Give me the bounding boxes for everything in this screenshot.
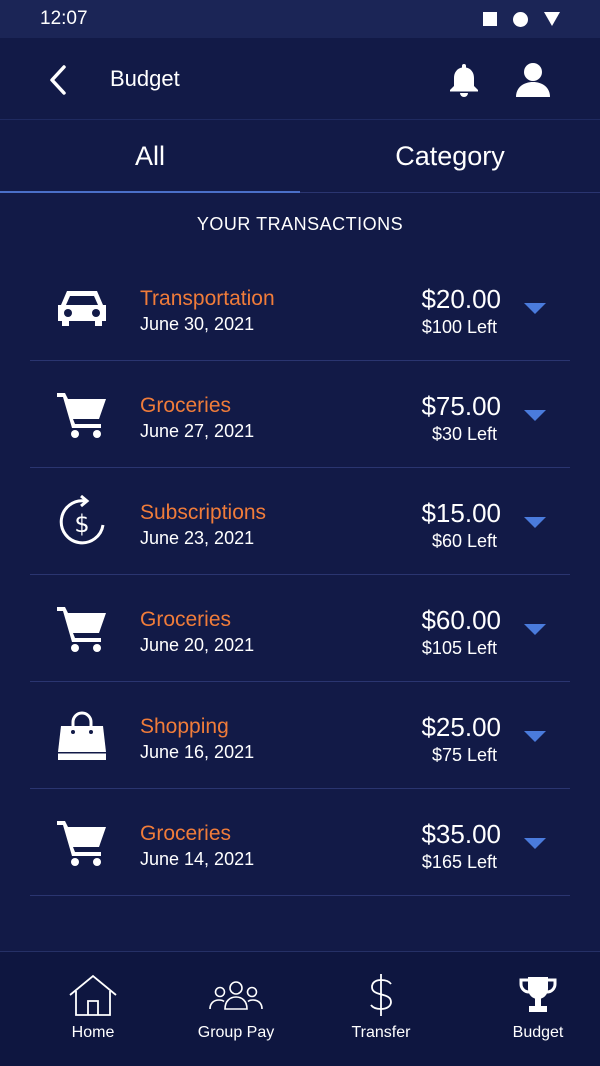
transaction-category: Groceries: [140, 608, 232, 631]
home-icon: [69, 974, 117, 1016]
remaining-budget: $165 Left: [421, 852, 497, 872]
remaining-budget: $105 Left: [421, 638, 497, 658]
svg-text:$: $: [74, 510, 89, 538]
nav-transfer-label: Transfer: [351, 1024, 411, 1041]
tab-category[interactable]: Category: [300, 120, 600, 192]
tab-all-label: All: [134, 140, 165, 171]
shopping-bag-icon: [58, 711, 106, 760]
group-icon: [209, 981, 263, 1010]
bell-icon: [450, 64, 478, 97]
expand-button[interactable]: [522, 298, 548, 318]
back-button[interactable]: [40, 60, 76, 100]
expand-button[interactable]: [522, 726, 548, 746]
transaction-row[interactable]: Groceries June 20, 2021 $60.00 $105 Left: [30, 575, 570, 682]
expand-button[interactable]: [522, 619, 548, 639]
section-heading: YOUR TRANSACTIONS: [196, 214, 404, 234]
transaction-category: Groceries: [140, 822, 232, 845]
transaction-amount: $25.00: [421, 712, 501, 742]
nav-budget[interactable]: Budget: [476, 952, 600, 1066]
transaction-row[interactable]: Groceries June 27, 2021 $75.00 $30 Left: [30, 361, 570, 468]
dollar-cycle-icon: $: [59, 495, 105, 545]
user-icon: [516, 63, 550, 97]
status-time: 12:07: [40, 8, 88, 29]
transaction-amount: $60.00: [421, 605, 501, 635]
transaction-date: June 27, 2021: [140, 421, 255, 441]
transaction-list: Transportation June 30, 2021 $20.00 $100…: [30, 254, 570, 896]
transaction-date: June 20, 2021: [140, 635, 255, 655]
bottom-nav: Home Group Pay Transfer Budget: [0, 951, 600, 1066]
nav-group-pay[interactable]: Group Pay: [186, 952, 286, 1066]
page-title: Budget: [110, 66, 180, 91]
transaction-amount: $20.00: [421, 284, 501, 314]
nav-home-label: Home: [71, 1024, 115, 1041]
caret-down-icon: [524, 730, 546, 742]
app-bar: Budget: [0, 38, 600, 120]
nav-transfer[interactable]: Transfer: [286, 952, 476, 1066]
transaction-date: June 23, 2021: [140, 528, 255, 548]
transaction-amount: $15.00: [421, 498, 501, 528]
tab-bar: All Category: [0, 120, 600, 193]
nav-group-pay-label: Group Pay: [197, 1024, 275, 1041]
car-icon: [58, 291, 106, 326]
record-icon: [513, 11, 528, 27]
remaining-budget: $60 Left: [431, 531, 497, 551]
tab-all[interactable]: All: [0, 120, 300, 193]
nav-home[interactable]: Home: [0, 952, 186, 1066]
notifications-button[interactable]: [446, 60, 482, 100]
chevron-left-icon: [50, 65, 66, 95]
caret-down-icon: [524, 409, 546, 421]
caret-down-icon: [524, 302, 546, 314]
transaction-amount: $35.00: [421, 819, 501, 849]
caret-down-icon: [524, 516, 546, 528]
status-bar: 12:07: [0, 0, 600, 38]
transaction-category: Groceries: [140, 394, 232, 417]
transaction-date: June 30, 2021: [140, 314, 255, 334]
transaction-row[interactable]: Transportation June 30, 2021 $20.00 $100…: [30, 254, 570, 361]
expand-button[interactable]: [522, 833, 548, 853]
signal-icon: [544, 12, 560, 26]
dollar-icon: [370, 974, 392, 1016]
transaction-category: Subscriptions: [140, 501, 267, 524]
trophy-icon: [519, 977, 557, 1012]
caret-down-icon: [524, 837, 546, 849]
caret-down-icon: [524, 623, 546, 635]
transaction-amount: $75.00: [421, 391, 501, 421]
transaction-row[interactable]: Shopping June 16, 2021 $25.00 $75 Left: [30, 682, 570, 789]
cart-icon: [57, 393, 106, 438]
transaction-category: Transportation: [140, 287, 275, 310]
remaining-budget: $30 Left: [431, 424, 497, 444]
remaining-budget: $75 Left: [431, 745, 497, 765]
tab-category-label: Category: [395, 140, 505, 171]
expand-button[interactable]: [522, 512, 548, 532]
cart-icon: [57, 821, 106, 866]
transaction-date: June 16, 2021: [140, 742, 255, 762]
transaction-category: Shopping: [140, 715, 229, 738]
nav-budget-label: Budget: [512, 1024, 564, 1041]
transaction-row[interactable]: $ Subscriptions June 23, 2021 $15.00 $60…: [30, 468, 570, 575]
status-icons: [483, 11, 560, 27]
cart-icon: [57, 607, 106, 652]
stop-icon: [483, 12, 497, 26]
transaction-date: June 14, 2021: [140, 849, 255, 869]
expand-button[interactable]: [522, 405, 548, 425]
remaining-budget: $100 Left: [421, 317, 497, 337]
transaction-row[interactable]: Groceries June 14, 2021 $35.00 $165 Left: [30, 789, 570, 896]
profile-button[interactable]: [512, 60, 554, 100]
